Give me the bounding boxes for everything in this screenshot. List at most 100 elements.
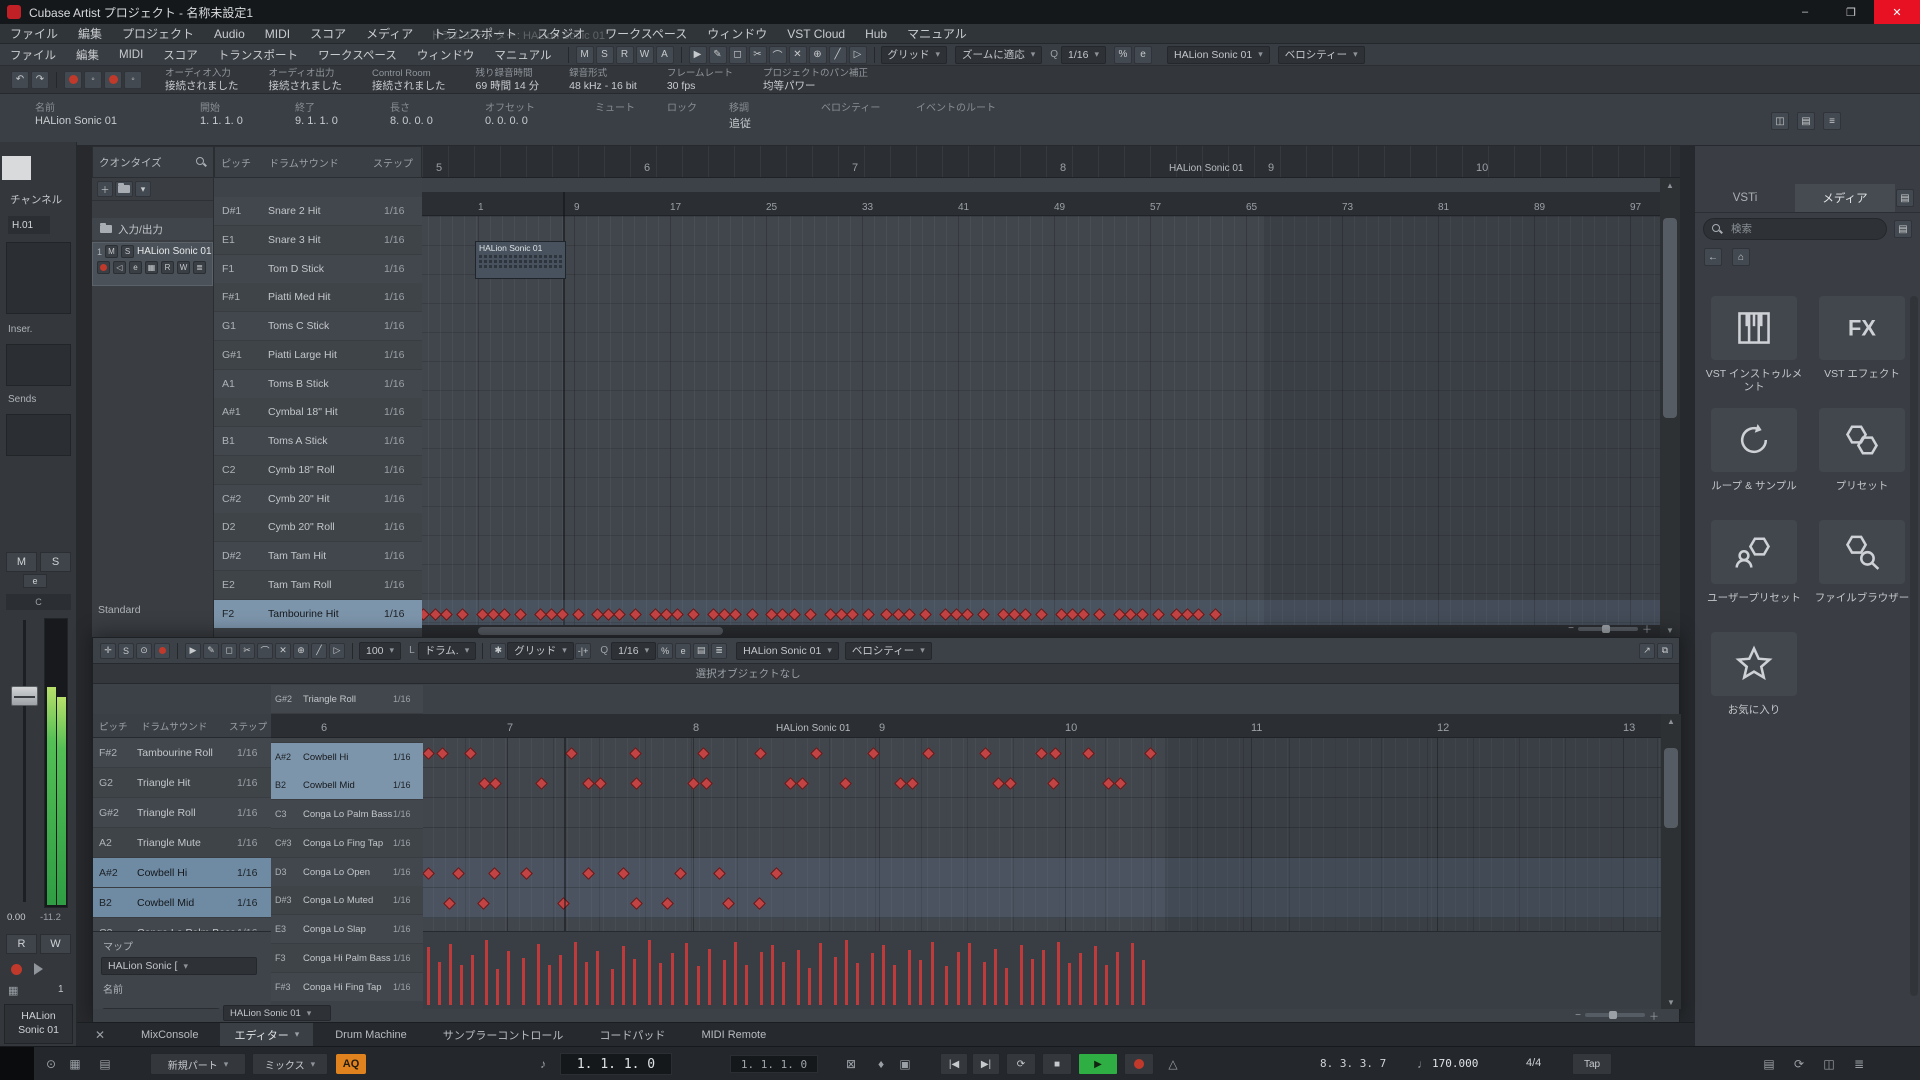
info-value[interactable] (595, 115, 667, 137)
note-diamond[interactable] (1004, 777, 1017, 790)
automation-button[interactable]: S (596, 46, 614, 64)
note-diamond[interactable] (713, 867, 726, 880)
scroll-down-icon[interactable]: ▼ (1661, 995, 1681, 1009)
menu-item[interactable]: マニュアル (897, 24, 977, 44)
note-diamond[interactable] (556, 608, 569, 621)
step-cell[interactable]: 1/16 (393, 694, 423, 704)
velocity-bar[interactable] (611, 969, 614, 1005)
note-diamond[interactable] (1019, 608, 1032, 621)
velocity-bar[interactable] (1020, 945, 1023, 1005)
inserts-label[interactable]: Inser. (8, 324, 32, 335)
velocity-bar[interactable] (1068, 963, 1071, 1005)
mute-button[interactable]: M (6, 552, 37, 572)
note-diamond[interactable] (582, 867, 595, 880)
drum-sound-row[interactable]: G#1Piatti Large Hit1/16 (214, 341, 422, 370)
velocity-bar[interactable] (856, 963, 859, 1005)
velocity-bar[interactable] (507, 951, 510, 1005)
velocity-bar[interactable] (819, 943, 822, 1005)
vertical-scrollbar[interactable]: ▲ ▼ (1660, 178, 1680, 637)
drum-sound-row[interactable]: D3Conga Lo Open1/16 (271, 858, 423, 887)
redo-icon[interactable]: ↷ (31, 71, 49, 89)
media-tile-user-presets[interactable]: ユーザープリセット (1705, 520, 1803, 618)
undo-icon[interactable]: ↶ (11, 71, 29, 89)
step-cell[interactable]: 1/16 (393, 895, 423, 905)
drum-sound-row[interactable]: G2Triangle Hit1/16 (93, 768, 271, 798)
tab-media[interactable]: メディア (1795, 184, 1895, 212)
snap-icon[interactable]: ✱ (490, 643, 506, 659)
note-diamond[interactable] (722, 897, 735, 910)
velocity-bar[interactable] (548, 965, 551, 1005)
volume-fader[interactable] (11, 686, 38, 706)
track-solo-button[interactable]: S (121, 245, 134, 258)
note-diamond[interactable] (846, 608, 859, 621)
step-cell[interactable]: 1/16 (384, 349, 422, 361)
media-tile-presets[interactable]: プリセット (1813, 408, 1911, 506)
editor-settings-icon[interactable]: ⧉ (1657, 643, 1673, 659)
step-cell[interactable]: 1/16 (393, 867, 423, 877)
menu-item[interactable]: トランスポート (423, 24, 527, 44)
drum-sound-row[interactable]: C2Cymb 18" Roll1/16 (214, 456, 422, 485)
step-cell[interactable]: 1/16 (384, 263, 422, 275)
arranger-icon[interactable]: ▣ (896, 1055, 914, 1073)
velocity-bar[interactable] (697, 966, 700, 1005)
setup-window-layout-icon[interactable]: ◫ (1771, 112, 1789, 130)
track-read-icon[interactable]: R (161, 261, 174, 274)
note-diamond[interactable] (1114, 777, 1127, 790)
controller-lane-dropdown[interactable]: ベロシティー (845, 642, 932, 660)
velocity-bar[interactable] (919, 960, 922, 1005)
step-cell[interactable]: 1/16 (384, 435, 422, 447)
metronome-icon[interactable]: △ (1164, 1055, 1182, 1073)
tool-glue-icon[interactable]: ⌒ (257, 643, 273, 659)
velocity-bar[interactable] (1142, 960, 1145, 1005)
transport-settings-icon[interactable]: ≣ (1850, 1055, 1868, 1073)
step-cell[interactable]: 1/16 (393, 838, 423, 848)
go-to-end-button[interactable]: ▶| (972, 1053, 1000, 1075)
velocity-bar[interactable] (808, 968, 811, 1005)
note-diamond[interactable] (443, 897, 456, 910)
velocity-bar[interactable] (685, 943, 688, 1005)
note-diamond[interactable] (903, 608, 916, 621)
velocity-bar[interactable] (633, 959, 636, 1005)
zoom-fit-dropdown[interactable]: ズームに適応 (955, 46, 1042, 64)
secondary-time-display[interactable]: 1. 1. 1. 0 (730, 1055, 818, 1073)
stop-button[interactable]: ■ (1042, 1053, 1072, 1075)
setup-toolbar-icon[interactable]: ≡ (1823, 112, 1841, 130)
velocity-bar[interactable] (882, 945, 885, 1005)
step-cell[interactable]: 1/16 (237, 777, 271, 789)
note-diamond[interactable] (514, 608, 527, 621)
velocity-bar[interactable] (771, 945, 774, 1005)
drumsound-column-header[interactable]: ドラムサウンド (269, 155, 373, 170)
step-cell[interactable]: 1/16 (237, 897, 271, 909)
keyboard-icon[interactable]: ▤ (96, 1055, 114, 1073)
bottom-tab[interactable]: MIDI Remote (687, 1023, 780, 1047)
bottom-tab[interactable]: コードパッド (585, 1023, 679, 1047)
record-arm-icon[interactable] (11, 964, 22, 975)
drum-sound-row[interactable]: C3Conga Lo Palm Bass1/16 (93, 918, 271, 931)
tempo-display[interactable]: 170.000 (1432, 1057, 1478, 1070)
note-diamond[interactable] (617, 867, 630, 880)
media-tile-file-browser[interactable]: ファイルブラウザー (1813, 520, 1911, 618)
note-diamond[interactable] (1136, 608, 1149, 621)
note-diamond[interactable] (753, 897, 766, 910)
drum-sound-row[interactable]: F#1Piatti Med Hit1/16 (214, 283, 422, 312)
note-diamond[interactable] (452, 867, 465, 880)
step-cell[interactable]: 1/16 (237, 807, 271, 819)
note-diamond[interactable] (867, 747, 880, 760)
drumsound-column-header[interactable]: ドラムサウンド (141, 719, 229, 733)
tool-erase-icon[interactable]: ◻ (221, 643, 237, 659)
monitor-speaker-icon[interactable] (34, 963, 49, 975)
tool-line-icon[interactable]: ╱ (311, 643, 327, 659)
note-diamond[interactable] (1152, 608, 1165, 621)
drum-sound-row[interactable]: F3Conga Hi Palm Bass1/16 (271, 944, 423, 973)
menu-item[interactable]: VST Cloud (777, 24, 855, 44)
marker-icon[interactable]: ♦ (872, 1055, 890, 1073)
menu-item[interactable]: スタジオ (527, 24, 595, 44)
note-diamond[interactable] (1144, 747, 1157, 760)
note-diamond[interactable] (961, 608, 974, 621)
automation-button[interactable]: W (636, 46, 654, 64)
note-diamond[interactable] (456, 608, 469, 621)
zoom-slider[interactable]: −＋ (1568, 621, 1652, 636)
write-automation-button[interactable]: W (40, 934, 71, 954)
note-diamond[interactable] (594, 777, 607, 790)
editor-menu-item[interactable]: MIDI (109, 45, 153, 65)
